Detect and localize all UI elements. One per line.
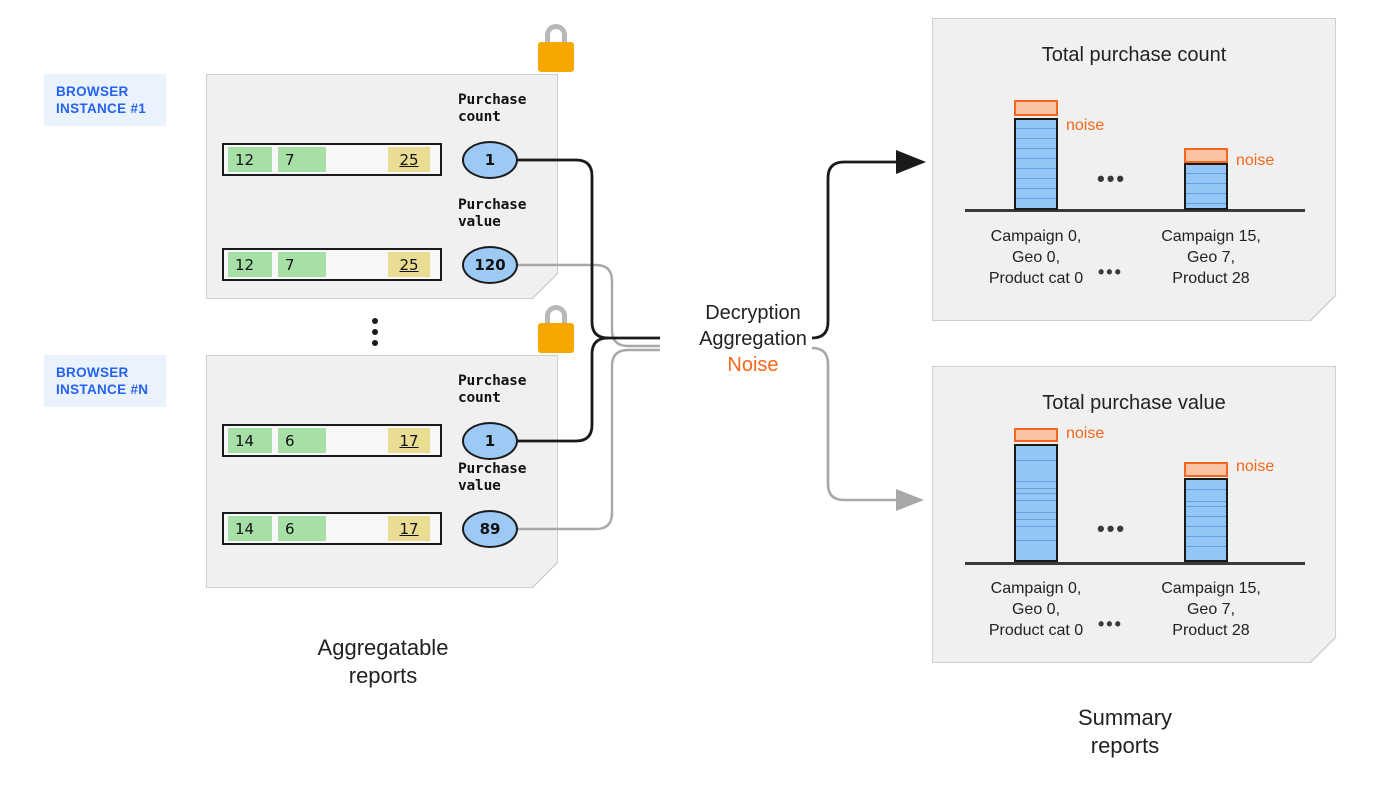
chart-count-category-0: Campaign 0, Geo 0, Product cat 0: [988, 228, 1084, 287]
chart-value-category-1: Campaign 15, Geo 7, Product 28: [1161, 580, 1261, 639]
chart-count-bar-group-1: [1184, 148, 1228, 210]
summary-reports-caption: Summary reports: [1077, 705, 1173, 758]
count-connector-1: [518, 158, 660, 340]
chart-value-bar-group-0: [1014, 428, 1058, 562]
chart-count-noise-label-0: noise: [1066, 117, 1105, 134]
chart-title-value: Total purchase value: [1042, 392, 1226, 414]
chart-value-bar-1: [1184, 478, 1228, 562]
chart-count-bar-0: [1014, 118, 1058, 210]
processing-aggregation: Aggregation: [699, 328, 807, 350]
chart-value-labels-ellipsis: •••: [1098, 614, 1123, 634]
chart-value-noise-1: [1184, 462, 1228, 477]
chart-title-count: Total purchase count: [1041, 44, 1227, 66]
chart-count-noise-0: [1014, 100, 1058, 116]
chart-value-noise-label-1: noise: [1236, 458, 1275, 475]
chart-count-noise-1: [1184, 148, 1228, 163]
chart-count-noise-label-1: noise: [1236, 152, 1275, 169]
chart-count-bars-ellipsis: •••: [1097, 166, 1127, 191]
chart-count-labels-ellipsis: •••: [1098, 262, 1123, 282]
value-connector-n: [518, 348, 660, 531]
chart-value-baseline: [965, 562, 1305, 565]
chart-value-bars-ellipsis: •••: [1097, 516, 1127, 541]
chart-value-noise-0: [1014, 428, 1058, 442]
chart-value-bar-0: [1014, 444, 1058, 562]
chart-value-bar-group-1: [1184, 462, 1228, 562]
chart-value-category-0: Campaign 0, Geo 0, Product cat 0: [988, 580, 1084, 639]
chart-value-noise-label-0: noise: [1066, 425, 1105, 442]
chart-count-bar-group-0: [1014, 100, 1058, 210]
processing-step-text: Decryption Aggregation Noise: [660, 300, 846, 378]
value-connector-1: [518, 263, 660, 348]
count-output-arrowhead: [896, 150, 926, 174]
value-output-arrowhead: [896, 489, 924, 511]
aggregatable-reports-caption: Aggregatable reports: [317, 635, 449, 688]
chart-count-category-1: Campaign 15, Geo 7, Product 28: [1161, 228, 1261, 287]
processing-noise: Noise: [727, 354, 779, 376]
processing-decryption: Decryption: [705, 302, 801, 324]
count-connector-n: [518, 336, 609, 443]
chart-count-bar-1: [1184, 163, 1228, 210]
